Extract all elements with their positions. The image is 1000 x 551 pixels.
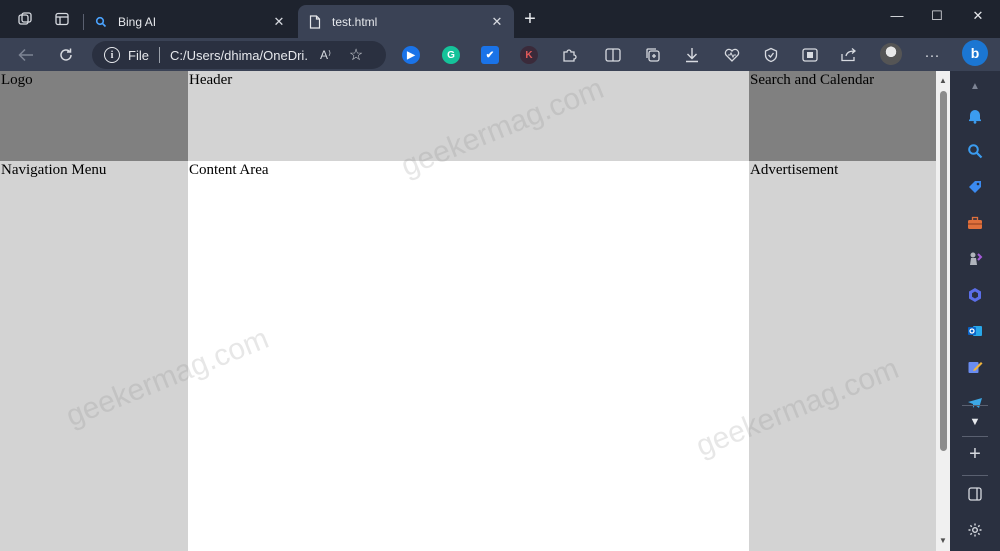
collections-icon[interactable] (642, 44, 664, 66)
media-extension-icon[interactable]: ▶ (402, 46, 420, 64)
logo-region: Logo (0, 71, 188, 161)
sidebar-divider (962, 475, 988, 476)
edge-sidebar: ▲ ▼ + (950, 71, 1000, 551)
favorite-star-icon[interactable]: ☆ (349, 45, 363, 65)
header-region: Header (188, 71, 749, 161)
back-icon[interactable] (15, 44, 37, 66)
address-scheme: File (128, 47, 149, 63)
read-aloud-icon[interactable]: A⁾ (320, 48, 331, 62)
more-options-icon[interactable]: ··· (921, 44, 943, 66)
downloads-icon[interactable] (681, 44, 703, 66)
tools-briefcase-icon[interactable] (964, 212, 986, 234)
tab-bing-ai[interactable]: Bing AI ✕ (84, 5, 296, 38)
scroll-down-arrow-icon[interactable]: ▼ (939, 537, 947, 545)
close-icon[interactable]: ✕ (490, 14, 504, 30)
close-icon[interactable]: ✕ (272, 14, 286, 30)
sidebar-scroll-up-icon[interactable]: ▲ (964, 75, 986, 97)
search-calendar-region: Search and Calendar (749, 71, 936, 161)
tab-test-html[interactable]: test.html ✕ (298, 5, 514, 38)
drop-icon[interactable] (799, 44, 821, 66)
profile-avatar[interactable] (880, 43, 902, 65)
close-window-button[interactable]: ✕ (966, 8, 990, 28)
k-extension-icon[interactable]: K (520, 46, 538, 64)
address-url[interactable]: C:/Users/dhima/OneDri... (170, 48, 308, 63)
minimize-button[interactable]: — (885, 8, 909, 28)
refresh-icon[interactable] (55, 44, 77, 66)
navigation-menu-region: Navigation Menu (0, 161, 188, 551)
sidebar-divider (962, 405, 988, 406)
notifications-bell-icon[interactable] (964, 105, 986, 127)
scroll-up-arrow-icon[interactable]: ▲ (939, 77, 947, 85)
microsoft-365-icon[interactable] (964, 284, 986, 306)
bing-copilot-icon[interactable]: b (962, 40, 988, 66)
scrollbar-thumb[interactable] (940, 91, 947, 451)
outlook-icon[interactable] (964, 320, 986, 342)
settings-gear-icon[interactable] (964, 519, 986, 541)
performance-icon[interactable] (760, 44, 782, 66)
extensions-puzzle-icon[interactable] (558, 44, 580, 66)
sidebar-search-icon[interactable] (964, 140, 986, 162)
page-viewport: Logo Header Search and Calendar Navigati… (0, 71, 936, 551)
sidebar-more-down-icon[interactable]: ▼ (964, 411, 986, 433)
hide-sidebar-icon[interactable] (964, 483, 986, 505)
grammarly-icon[interactable]: G (442, 46, 460, 64)
split-screen-icon[interactable] (602, 44, 624, 66)
new-tab-button[interactable]: + (520, 9, 540, 30)
content-area-region: Content Area (188, 161, 749, 551)
add-sidebar-app-icon[interactable]: + (964, 443, 986, 465)
maximize-button[interactable]: ☐ (925, 8, 949, 28)
search-icon (94, 15, 108, 29)
address-divider (158, 47, 160, 63)
tab-bar: Bing AI ✕ test.html ✕ + — ☐ ✕ (0, 0, 1000, 38)
browser-essentials-icon[interactable] (721, 44, 743, 66)
address-bar[interactable]: i File C:/Users/dhima/OneDri... A⁾ ☆ (92, 41, 386, 69)
document-icon (308, 14, 322, 29)
share-icon[interactable] (838, 44, 860, 66)
todo-check-icon[interactable]: ✔ (481, 46, 499, 64)
info-icon[interactable]: i (104, 47, 120, 63)
vertical-scrollbar[interactable]: ▲ ▼ (936, 71, 950, 551)
browser-toolbar: i File C:/Users/dhima/OneDri... A⁾ ☆ ▶ G… (0, 38, 1000, 71)
games-chess-icon[interactable] (964, 248, 986, 270)
shopping-tag-icon[interactable] (964, 176, 986, 198)
tab-label: Bing AI (118, 14, 157, 29)
browser-window: Bing AI ✕ test.html ✕ + — ☐ ✕ i File C:/… (0, 0, 1000, 551)
advertisement-region: Advertisement (749, 161, 936, 551)
workspaces-icon[interactable] (14, 8, 36, 30)
tab-label: test.html (332, 14, 378, 29)
tab-actions-icon[interactable] (51, 8, 73, 30)
sidebar-divider (962, 436, 988, 437)
designer-pen-icon[interactable] (964, 356, 986, 378)
